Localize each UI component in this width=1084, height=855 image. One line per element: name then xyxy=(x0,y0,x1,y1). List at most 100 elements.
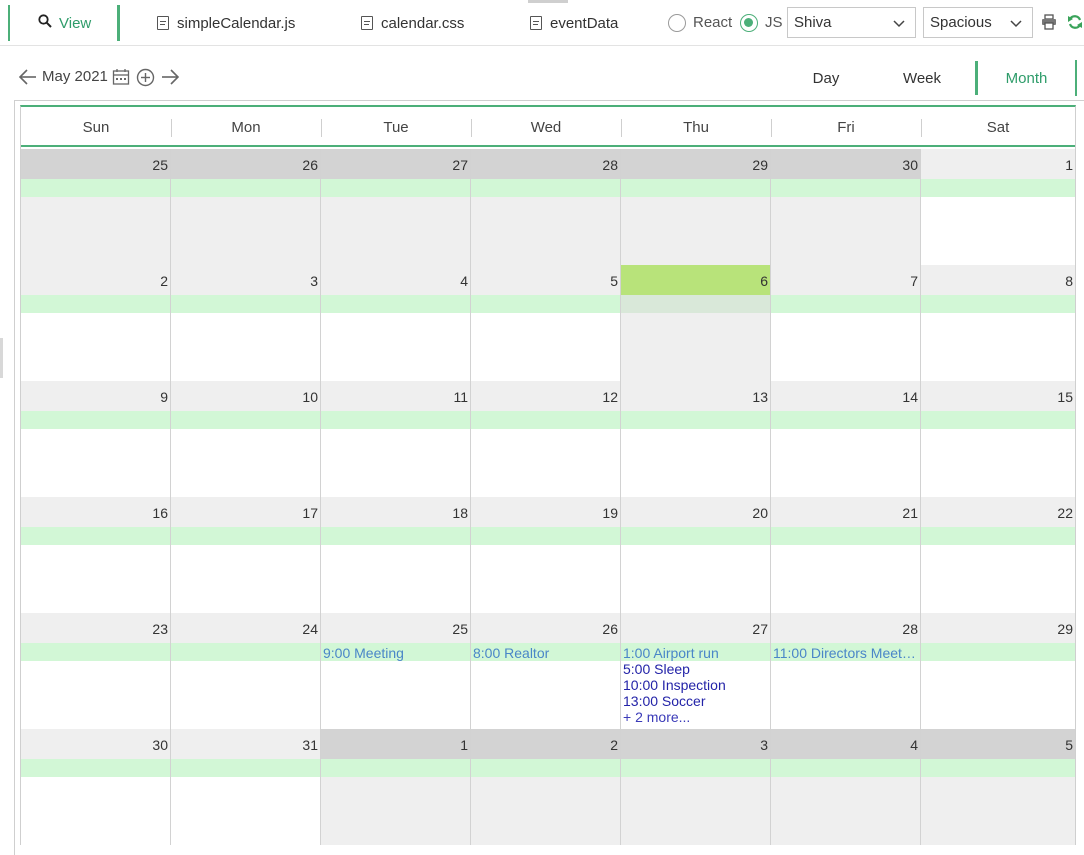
view-week-button[interactable]: Week xyxy=(886,61,958,95)
calendar-event[interactable]: 9:00 Meeting xyxy=(323,645,467,661)
day-number[interactable]: 22 xyxy=(1057,505,1073,521)
day-number[interactable]: 29 xyxy=(1057,621,1073,637)
day-number[interactable]: 7 xyxy=(910,273,918,289)
day-cell[interactable]: 4 xyxy=(771,729,921,845)
day-cell-today[interactable]: 6 xyxy=(621,265,771,381)
refresh-icon[interactable] xyxy=(1067,14,1083,35)
user-select[interactable]: Shiva xyxy=(787,7,916,38)
day-number[interactable]: 15 xyxy=(1057,389,1073,405)
day-number[interactable]: 31 xyxy=(302,737,318,753)
day-number[interactable]: 11 xyxy=(453,389,468,405)
day-cell[interactable]: 1 xyxy=(321,729,471,845)
day-number[interactable]: 4 xyxy=(460,273,468,289)
day-number[interactable]: 25 xyxy=(452,621,468,637)
day-number[interactable]: 1 xyxy=(1065,157,1073,173)
calendar-event[interactable]: 11:00 Directors Meeting xyxy=(773,645,917,661)
day-number[interactable]: 19 xyxy=(602,505,618,521)
day-number[interactable]: 13 xyxy=(752,389,768,405)
day-cell[interactable]: 14 xyxy=(771,381,921,497)
day-number[interactable]: 6 xyxy=(760,273,768,289)
day-cell[interactable]: 25 xyxy=(21,149,171,265)
day-cell[interactable]: 10 xyxy=(171,381,321,497)
day-cell[interactable]: 9 xyxy=(21,381,171,497)
arrow-right-icon[interactable] xyxy=(160,68,180,91)
day-cell[interactable]: 1 xyxy=(921,149,1075,265)
day-number[interactable]: 2 xyxy=(610,737,618,753)
day-number[interactable]: 26 xyxy=(602,621,618,637)
calendar-event[interactable]: 5:00 Sleep xyxy=(623,661,767,677)
calendar-event[interactable]: 13:00 Soccer xyxy=(623,693,767,709)
day-cell[interactable]: 22 xyxy=(921,497,1075,613)
day-cell[interactable]: 5 xyxy=(921,729,1075,845)
calendar-icon[interactable] xyxy=(112,68,130,91)
day-number[interactable]: 23 xyxy=(152,621,168,637)
day-cell[interactable]: 26 8:00 Realtor xyxy=(471,613,621,729)
day-cell[interactable]: 19 xyxy=(471,497,621,613)
day-number[interactable]: 24 xyxy=(302,621,318,637)
day-number[interactable]: 8 xyxy=(1065,273,1073,289)
day-cell[interactable]: 29 xyxy=(621,149,771,265)
day-number[interactable]: 16 xyxy=(152,505,168,521)
day-number[interactable]: 29 xyxy=(752,157,768,173)
day-cell[interactable]: 26 xyxy=(171,149,321,265)
file-tab-simplecalendar[interactable]: simpleCalendar.js xyxy=(157,0,295,46)
calendar-event[interactable]: 10:00 Inspection xyxy=(623,677,767,693)
day-cell[interactable]: 28 11:00 Directors Meeting xyxy=(771,613,921,729)
day-cell[interactable]: 23 xyxy=(21,613,171,729)
day-cell[interactable]: 17 xyxy=(171,497,321,613)
day-number[interactable]: 12 xyxy=(602,389,618,405)
day-number[interactable]: 30 xyxy=(152,737,168,753)
view-tab[interactable]: View xyxy=(22,5,120,41)
day-number[interactable]: 1 xyxy=(460,737,468,753)
react-radio[interactable] xyxy=(668,14,686,32)
arrow-left-icon[interactable] xyxy=(18,68,38,91)
day-cell[interactable]: 20 xyxy=(621,497,771,613)
print-icon[interactable] xyxy=(1041,14,1057,35)
day-number[interactable]: 28 xyxy=(902,621,918,637)
day-number[interactable]: 26 xyxy=(302,157,318,173)
day-cell[interactable]: 29 xyxy=(921,613,1075,729)
js-radio[interactable] xyxy=(740,14,758,32)
day-number[interactable]: 5 xyxy=(610,273,618,289)
day-number[interactable]: 20 xyxy=(752,505,768,521)
day-cell[interactable]: 27 1:00 Airport run 5:00 Sleep 10:00 Inspec… xyxy=(621,613,771,729)
day-cell[interactable]: 12 xyxy=(471,381,621,497)
day-cell[interactable]: 30 xyxy=(771,149,921,265)
day-cell[interactable]: 2 xyxy=(471,729,621,845)
more-events-link[interactable]: + 2 more... xyxy=(623,709,690,725)
day-number[interactable]: 18 xyxy=(452,505,468,521)
view-day-button[interactable]: Day xyxy=(790,61,862,95)
day-cell[interactable]: 31 xyxy=(171,729,321,845)
day-number[interactable]: 3 xyxy=(310,273,318,289)
day-cell[interactable]: 3 xyxy=(171,265,321,381)
day-cell[interactable]: 8 xyxy=(921,265,1075,381)
calendar-event[interactable]: 8:00 Realtor xyxy=(473,645,617,661)
day-number[interactable]: 27 xyxy=(452,157,468,173)
day-cell[interactable]: 5 xyxy=(471,265,621,381)
day-cell[interactable]: 15 xyxy=(921,381,1075,497)
day-number[interactable]: 17 xyxy=(302,505,318,521)
day-cell[interactable]: 3 xyxy=(621,729,771,845)
day-cell[interactable]: 18 xyxy=(321,497,471,613)
day-number[interactable]: 10 xyxy=(302,389,318,405)
day-cell[interactable]: 4 xyxy=(321,265,471,381)
day-cell[interactable]: 28 xyxy=(471,149,621,265)
day-number[interactable]: 21 xyxy=(902,505,918,521)
day-number[interactable]: 3 xyxy=(760,737,768,753)
day-number[interactable]: 4 xyxy=(910,737,918,753)
view-month-button[interactable]: Month xyxy=(975,61,1075,95)
day-cell[interactable]: 21 xyxy=(771,497,921,613)
day-cell[interactable]: 11 xyxy=(321,381,471,497)
day-number[interactable]: 25 xyxy=(152,157,168,173)
calendar-event[interactable]: 1:00 Airport run xyxy=(623,645,767,661)
day-number[interactable]: 14 xyxy=(902,389,918,405)
day-number[interactable]: 30 xyxy=(902,157,918,173)
day-cell[interactable]: 2 xyxy=(21,265,171,381)
resize-handle[interactable] xyxy=(0,338,3,378)
file-tab-eventdata[interactable]: eventData xyxy=(530,0,618,46)
day-cell[interactable]: 25 9:00 Meeting xyxy=(321,613,471,729)
day-number[interactable]: 5 xyxy=(1065,737,1073,753)
add-event-icon[interactable] xyxy=(136,68,155,92)
day-number[interactable]: 2 xyxy=(160,273,168,289)
day-cell[interactable]: 7 xyxy=(771,265,921,381)
